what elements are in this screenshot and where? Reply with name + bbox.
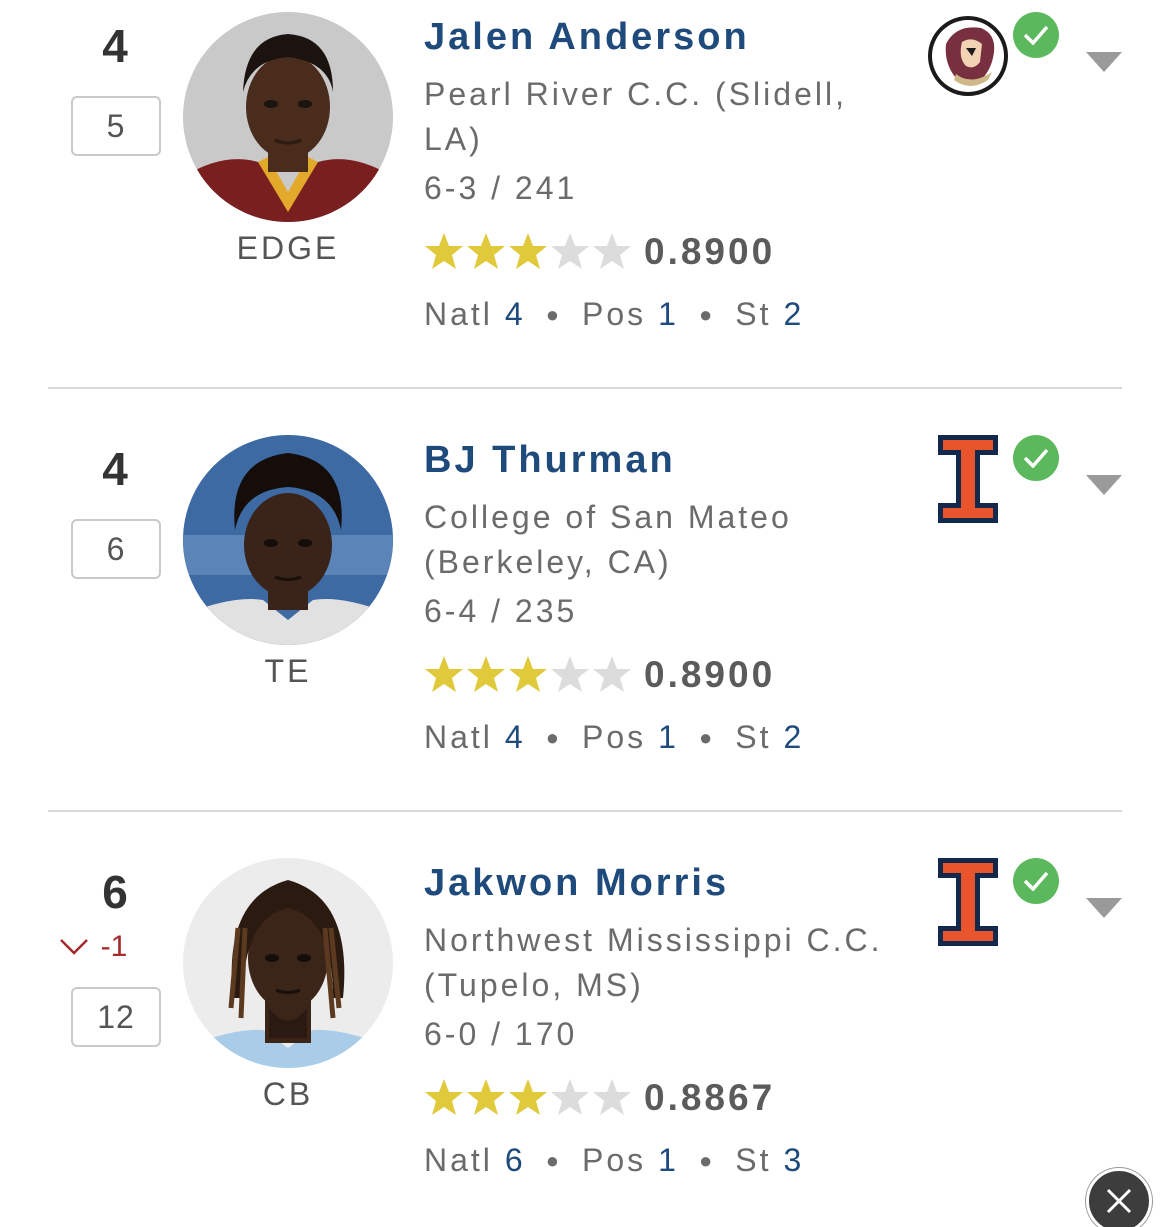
star-rating	[424, 654, 632, 694]
position-label: CB	[262, 1076, 314, 1112]
player-name-link[interactable]: Jakwon Morris	[424, 862, 729, 905]
player-row[interactable]: 4 5 EDGE Jalen Anderson Pearl River C.C.…	[0, 0, 1170, 423]
natl-rank-link[interactable]: 6	[505, 1142, 526, 1179]
close-button[interactable]	[1086, 1168, 1152, 1227]
illinois-logo[interactable]	[926, 856, 1010, 946]
previous-rank-box: 12	[71, 987, 161, 1047]
close-icon	[1106, 1188, 1132, 1214]
state-label: St	[735, 1142, 772, 1178]
star-filled-icon	[425, 233, 463, 269]
state-rank-link[interactable]: 2	[783, 296, 804, 333]
height-weight: 6-0 / 170	[424, 1016, 578, 1052]
chevron-down-icon	[59, 939, 88, 955]
star-filled-icon	[467, 1079, 505, 1115]
florida-state-logo[interactable]	[926, 14, 1010, 98]
star-filled-icon	[467, 656, 505, 692]
state-rank-link[interactable]: 3	[783, 1142, 804, 1179]
star-filled-icon	[425, 1079, 463, 1115]
previous-rank-box: 6	[71, 519, 161, 579]
illinois-logo[interactable]	[926, 433, 1010, 523]
rank-breakdown: Natl 4 ● Pos 1 ● St 2	[424, 719, 804, 756]
rank-number: 4	[102, 20, 128, 72]
pos-rank-link[interactable]: 1	[658, 1142, 679, 1179]
player-row[interactable]: 4 6 TE BJ Thurman College of San Mateo (…	[0, 423, 1170, 846]
separator-dot: ●	[698, 1147, 716, 1173]
pos-label: Pos	[582, 296, 647, 332]
separator-dot: ●	[545, 724, 562, 750]
player-row[interactable]: 6 -1 12 CB Jakwon Morris Northwest Missi…	[0, 846, 1170, 1227]
height-weight: 6-4 / 235	[424, 593, 578, 629]
divider	[48, 810, 1122, 812]
divider	[48, 387, 1122, 389]
natl-rank-link[interactable]: 4	[505, 719, 526, 756]
rating-score: 0.8867	[644, 1077, 776, 1118]
natl-label: Natl	[424, 1142, 493, 1178]
height-weight: 6-3 / 241	[424, 170, 578, 206]
position-label: EDGE	[236, 230, 340, 266]
separator-dot: ●	[698, 724, 716, 750]
player-avatar[interactable]	[183, 858, 393, 1068]
star-rating	[424, 231, 632, 271]
state-label: St	[735, 296, 772, 332]
checkmark-circle-icon	[1013, 858, 1059, 904]
separator-dot: ●	[545, 301, 562, 327]
caret-down-icon[interactable]	[1086, 475, 1122, 497]
position-label: TE	[264, 653, 312, 689]
school-location: College of San Mateo (Berkeley, CA)	[424, 499, 792, 580]
rank-number: 4	[102, 443, 128, 495]
checkmark-circle-icon	[1013, 435, 1059, 481]
separator-dot: ●	[545, 1147, 562, 1173]
state-label: St	[735, 719, 772, 755]
star-empty-icon	[593, 233, 631, 269]
pos-label: Pos	[582, 1142, 647, 1178]
caret-down-icon[interactable]	[1086, 52, 1122, 74]
natl-label: Natl	[424, 719, 493, 755]
rank-change: -1	[48, 930, 138, 964]
star-rating	[424, 1077, 632, 1117]
star-empty-icon	[551, 1079, 589, 1115]
star-filled-icon	[425, 656, 463, 692]
rank-breakdown: Natl 4 ● Pos 1 ● St 2	[424, 296, 804, 333]
star-filled-icon	[509, 233, 547, 269]
rating-score: 0.8900	[644, 231, 776, 272]
state-rank-link[interactable]: 2	[783, 719, 804, 756]
star-empty-icon	[551, 233, 589, 269]
star-filled-icon	[509, 1079, 547, 1115]
rating-score: 0.8900	[644, 654, 776, 695]
school-location: Pearl River C.C. (Slidell, LA)	[424, 76, 847, 157]
school-location: Northwest Mississippi C.C. (Tupelo, MS)	[424, 922, 883, 1003]
star-empty-icon	[593, 1079, 631, 1115]
player-name-link[interactable]: BJ Thurman	[424, 439, 676, 482]
player-avatar[interactable]	[183, 435, 393, 645]
checkmark-circle-icon	[1013, 12, 1059, 58]
caret-down-icon[interactable]	[1086, 898, 1122, 920]
natl-label: Natl	[424, 296, 493, 332]
star-filled-icon	[509, 656, 547, 692]
pos-rank-link[interactable]: 1	[658, 719, 679, 756]
star-filled-icon	[467, 233, 505, 269]
rank-breakdown: Natl 6 ● Pos 1 ● St 3	[424, 1142, 804, 1179]
natl-rank-link[interactable]: 4	[505, 296, 526, 333]
pos-label: Pos	[582, 719, 647, 755]
star-empty-icon	[551, 656, 589, 692]
star-empty-icon	[593, 656, 631, 692]
player-avatar[interactable]	[183, 12, 393, 222]
rank-number: 6	[102, 866, 128, 918]
rank-change-value: -1	[100, 930, 128, 963]
separator-dot: ●	[698, 301, 716, 327]
previous-rank-box: 5	[71, 96, 161, 156]
pos-rank-link[interactable]: 1	[658, 296, 679, 333]
player-name-link[interactable]: Jalen Anderson	[424, 16, 750, 59]
